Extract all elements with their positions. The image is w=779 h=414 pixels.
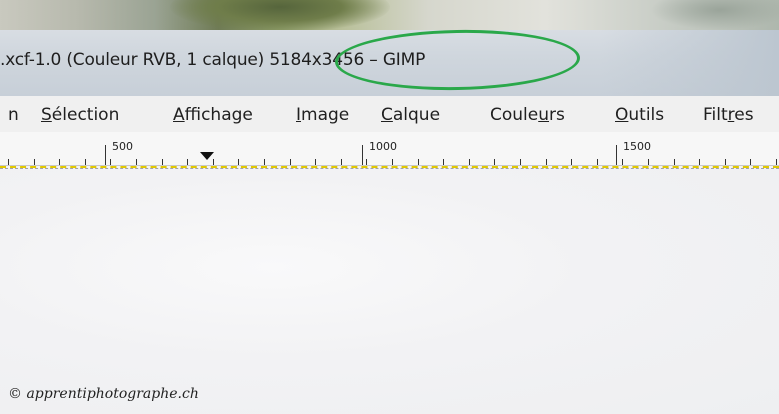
menu-bar: n Sélection Affichage Image Calque Coule… [0,96,779,133]
ruler-tick [85,159,86,165]
ruler-tick [648,159,649,165]
ruler-tick [443,159,444,165]
background-photo-strip [0,0,779,30]
ruler-tick [213,159,214,165]
ruler-tick [571,159,572,165]
ruler-label-500: 500 [112,140,133,153]
ruler-tick [136,159,137,165]
copyright-watermark: © apprentiphotographe.ch [8,386,199,402]
ruler-tick [776,159,777,165]
background-foliage [650,0,779,30]
menu-item-selection[interactable]: Sélection [41,105,119,125]
ruler-major-tick [616,145,617,165]
ruler-tick [162,159,163,165]
ruler-tick [520,159,521,165]
ruler-tick [418,159,419,165]
menu-item-couleurs[interactable]: Couleurs [490,105,565,125]
ruler-tick [597,159,598,165]
ruler-tick [59,159,60,165]
ruler-tick [34,159,35,165]
menu-item-affichage[interactable]: Affichage [173,105,253,125]
ruler-tick [622,159,623,165]
ruler-tick [8,159,9,165]
ruler-label-1500: 1500 [623,140,651,153]
ruler-tick [315,159,316,165]
horizontal-ruler[interactable]: 500 1000 1500 [0,132,779,166]
image-canvas[interactable] [0,169,779,414]
ruler-tick [469,159,470,165]
ruler-major-tick [362,145,363,165]
ruler-tick [341,159,342,165]
ruler-tick [750,159,751,165]
menu-item-outils[interactable]: Outils [615,105,664,125]
tree-foliage [170,0,390,30]
ruler-tick [699,159,700,165]
ruler-tick [494,159,495,165]
menu-item-filtres[interactable]: Filtres [703,105,754,125]
ruler-label-1000: 1000 [369,140,397,153]
ruler-tick [392,159,393,165]
ruler-tick [366,159,367,165]
menu-item-calque[interactable]: Calque [381,105,440,125]
ruler-tick [264,159,265,165]
menu-item-partial[interactable]: n [8,105,19,125]
ruler-tick [290,159,291,165]
ruler-tick [725,159,726,165]
ruler-position-marker-icon [200,152,214,160]
ruler-tick [546,159,547,165]
ruler-tick [110,159,111,165]
menu-item-image[interactable]: Image [296,105,349,125]
ruler-tick [238,159,239,165]
ruler-major-tick [105,145,106,165]
title-bar-glow [600,30,779,96]
ruler-tick [187,159,188,165]
ruler-tick [674,159,675,165]
